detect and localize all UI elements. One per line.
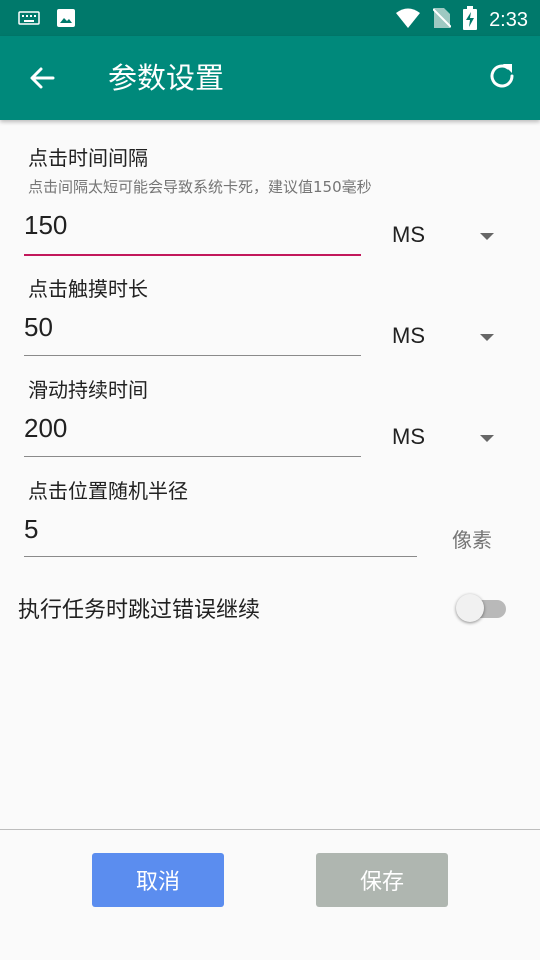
battery-charging-icon [463, 6, 478, 34]
input-underline [24, 254, 361, 256]
wifi-icon [395, 7, 421, 33]
touch-duration-unit: MS [392, 323, 425, 348]
input-underline [24, 556, 417, 557]
touch-duration-value: 50 [24, 312, 53, 342]
click-interval-label: 点击时间间隔 [28, 146, 148, 170]
refresh-icon [486, 60, 518, 96]
swipe-duration-input[interactable]: 200 [24, 413, 361, 457]
touch-duration-input[interactable]: 50 [24, 312, 361, 356]
image-icon [56, 8, 76, 32]
random-radius-label: 点击位置随机半径 [28, 479, 188, 503]
input-underline [24, 456, 361, 457]
swipe-duration-unit: MS [392, 424, 425, 449]
touch-duration-unit-select[interactable]: MS [392, 317, 502, 357]
save-button[interactable]: 保存 [316, 853, 448, 907]
click-interval-value: 150 [24, 210, 68, 240]
arrow-back-icon [29, 66, 55, 94]
keyboard-icon [18, 10, 40, 30]
random-radius-unit: 像素 [452, 528, 492, 552]
refresh-button[interactable] [482, 58, 522, 98]
skip-error-label: 执行任务时跳过错误继续 [18, 598, 261, 623]
chevron-down-icon [480, 435, 494, 442]
swipe-duration-value: 200 [24, 413, 68, 443]
back-button[interactable] [22, 60, 62, 100]
no-sim-icon [432, 7, 452, 33]
click-interval-input[interactable]: 150 [24, 210, 361, 256]
swipe-duration-unit-select[interactable]: MS [392, 418, 502, 458]
random-radius-input[interactable]: 5 [24, 514, 417, 557]
clock-time: 2:33 [489, 8, 528, 31]
click-interval-unit: MS [392, 222, 425, 247]
chevron-down-icon [480, 334, 494, 341]
skip-error-switch[interactable] [456, 594, 508, 622]
swipe-duration-label: 滑动持续时间 [28, 378, 148, 402]
cancel-button[interactable]: 取消 [92, 853, 224, 907]
click-interval-unit-select[interactable]: MS [392, 216, 502, 256]
input-underline [24, 355, 361, 356]
divider [0, 829, 540, 830]
touch-duration-label: 点击触摸时长 [28, 277, 148, 301]
page-title: 参数设置 [108, 61, 225, 95]
switch-thumb [456, 594, 484, 622]
app-bar: 参数设置 [0, 36, 540, 120]
status-bar: 2:33 [0, 0, 540, 36]
chevron-down-icon [480, 233, 494, 240]
click-interval-hint: 点击间隔太短可能会导致系统卡死，建议值150毫秒 [28, 178, 372, 196]
random-radius-value: 5 [24, 514, 39, 544]
